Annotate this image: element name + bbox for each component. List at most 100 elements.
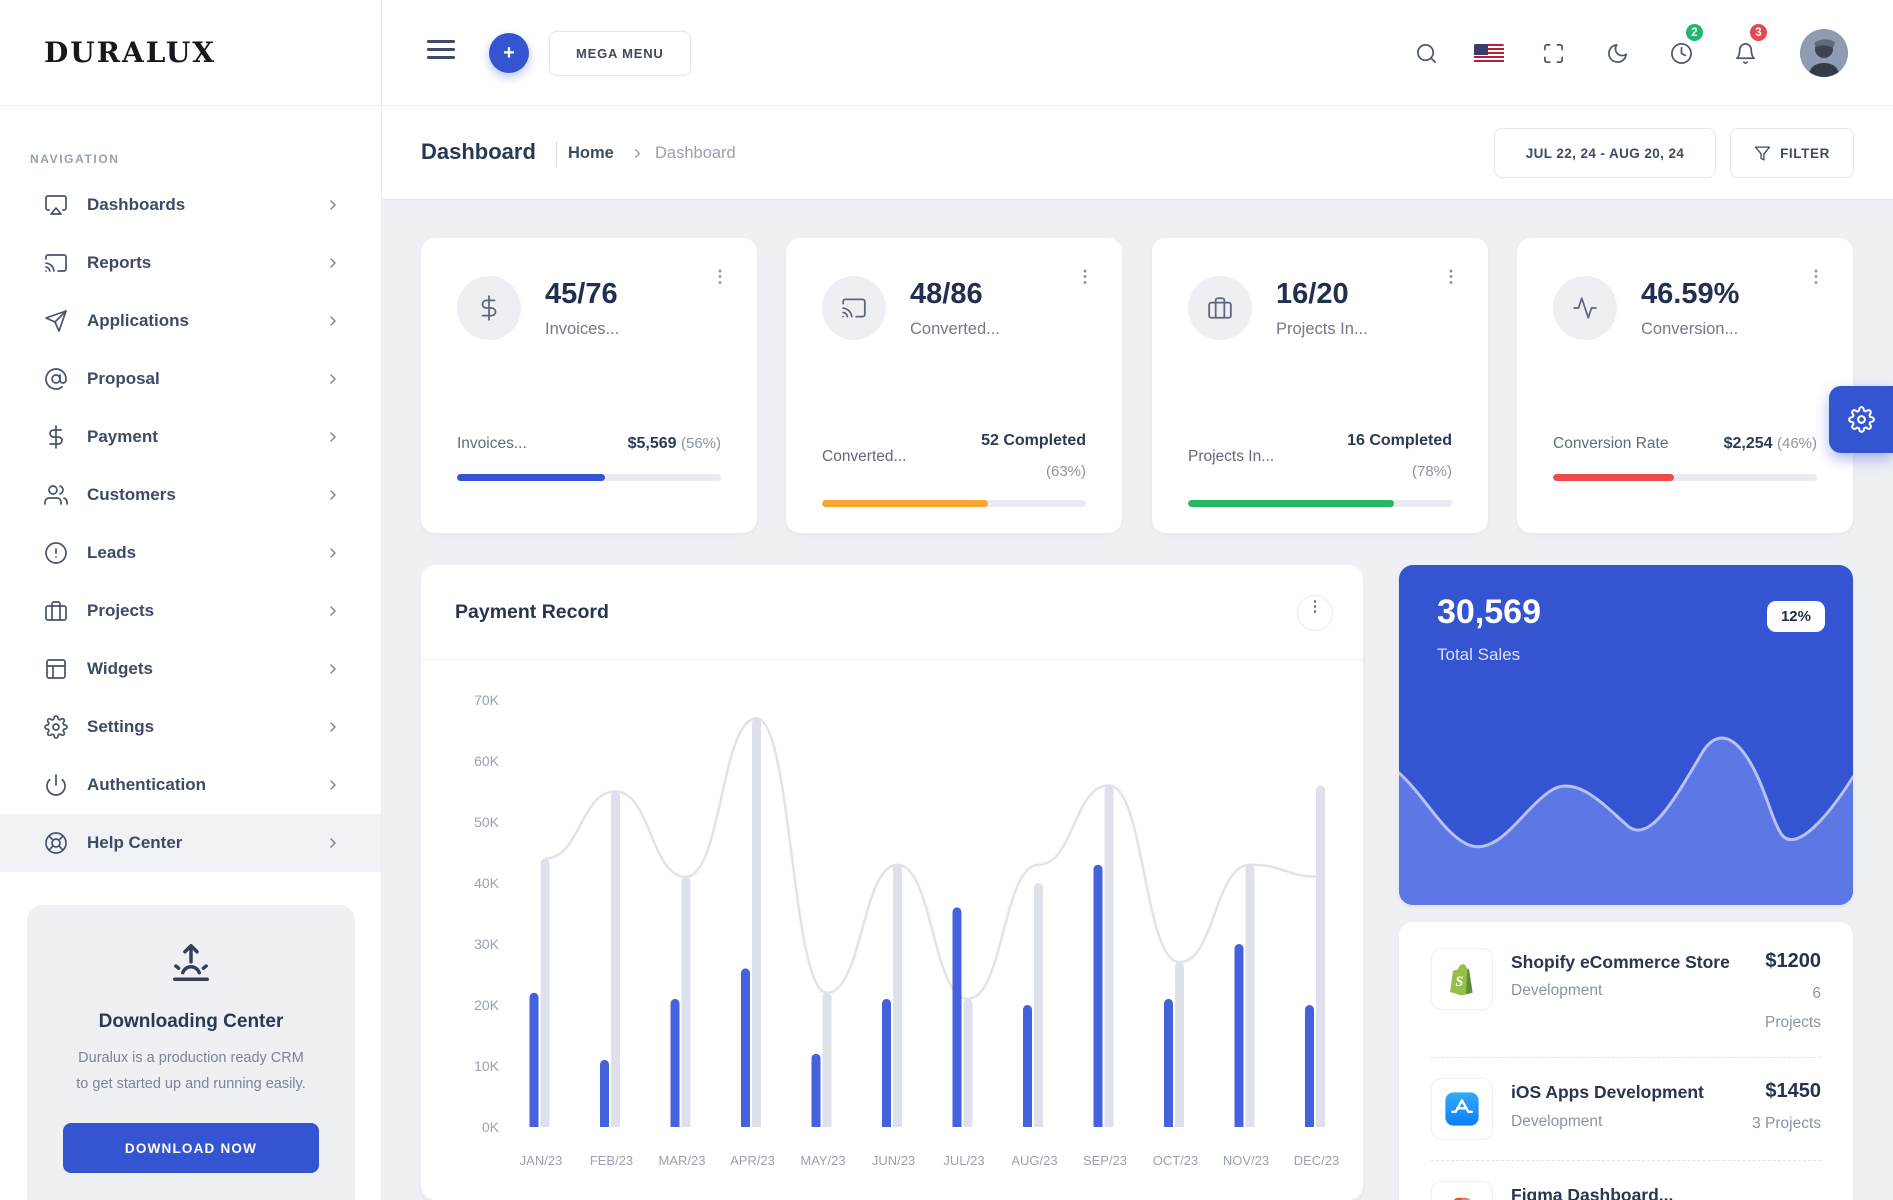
kebab-menu-icon[interactable]: ⋮	[1072, 268, 1098, 298]
breadcrumb-home[interactable]: Home	[568, 144, 614, 163]
quick-add-button[interactable]: +	[489, 33, 529, 73]
avatar-image	[1800, 29, 1848, 77]
stat-footer-value: $5,569	[627, 434, 677, 452]
chevron-right-icon	[330, 838, 336, 848]
logo-box[interactable]: DURALUX	[0, 0, 381, 106]
power-icon	[46, 774, 66, 796]
sidebar-item-payment[interactable]: Payment	[0, 408, 381, 466]
kebab-menu-icon[interactable]: ⋮	[707, 268, 733, 298]
chevron-right-icon	[330, 432, 336, 442]
stat-footer-pct: (56%)	[680, 434, 721, 452]
sidebar-item-help-center[interactable]: Help Center	[0, 814, 381, 872]
chevron-right-icon	[330, 722, 336, 732]
menu-icon[interactable]	[427, 40, 455, 59]
life-buoy-icon	[45, 832, 67, 854]
sidebar-item-label: Customers	[87, 485, 176, 504]
payment-record-chart: 0K 10K 20K 30K 40K 50K 60K 70K JAN/23 FEB/23 MAR/2…	[421, 660, 1363, 1200]
sidebar-section-label: NAVIGATION	[30, 152, 120, 166]
svg-text:SEP/23: SEP/23	[1083, 1153, 1127, 1168]
dark-mode-moon-icon[interactable]	[1606, 42, 1629, 65]
sidebar-item-label: Proposal	[87, 369, 160, 388]
airplay-icon	[45, 195, 67, 215]
stat-footer-label: Converted...	[822, 447, 907, 465]
avatar[interactable]	[1800, 29, 1848, 77]
sidebar-item-widgets[interactable]: Widgets	[0, 640, 381, 698]
sidebar-item-applications[interactable]: Applications	[0, 292, 381, 350]
gear-icon	[1847, 406, 1875, 433]
sidebar-item-label: Settings	[87, 717, 155, 736]
bell-badge: 3	[1748, 22, 1769, 43]
kebab-menu-icon[interactable]: ⋮	[1803, 268, 1829, 298]
filter-button[interactable]: FILTER	[1730, 128, 1854, 178]
sidebar-item-projects[interactable]: Projects	[0, 582, 381, 640]
progress-bar	[457, 474, 721, 481]
search-icon[interactable]	[1415, 42, 1438, 65]
language-flag-icon[interactable]	[1474, 44, 1504, 64]
brand-logo: DURALUX	[44, 36, 216, 69]
activity-icon	[1553, 276, 1617, 340]
payment-record-card: Payment Record ⋮ 0K 10K 20K 30K 40K 50K 60K 70K…	[421, 565, 1363, 1200]
sidebar-item-reports[interactable]: Reports	[0, 234, 381, 292]
downloading-center-title: Downloading Center	[98, 1011, 284, 1032]
svg-text:JUN/23: JUN/23	[872, 1153, 915, 1168]
upload-icon	[173, 943, 209, 981]
project-category: Development	[1511, 1112, 1603, 1130]
divider	[1431, 1160, 1821, 1162]
clock-badge: 2	[1684, 22, 1705, 43]
card-title: Payment Record	[455, 601, 609, 623]
dollar-icon	[457, 276, 521, 340]
downloading-center-card: Downloading Center Duralux is a producti…	[27, 905, 355, 1200]
stat-footer-label: Invoices...	[457, 434, 527, 452]
kebab-menu-icon[interactable]: ⋮	[1438, 268, 1464, 298]
sidebar-item-label: Applications	[87, 311, 190, 330]
stat-card-converted: 48/86 Converted... ⋮ Converted... 52 Com…	[786, 238, 1122, 533]
sidebar-item-label: Projects	[87, 601, 155, 620]
project-count: 3 Projects	[1752, 1115, 1821, 1133]
sidebar-item-label: Reports	[87, 253, 152, 272]
sidebar-item-authentication[interactable]: Authentication	[0, 756, 381, 814]
divider	[1431, 1057, 1821, 1059]
mega-menu-button[interactable]: MEGA MENU	[549, 31, 691, 76]
growth-badge: 12%	[1766, 601, 1825, 632]
briefcase-icon	[1188, 276, 1252, 340]
sidebar-item-settings[interactable]: Settings	[0, 698, 381, 756]
date-range-button[interactable]: JUL 22, 24 - AUG 20, 24	[1494, 128, 1716, 178]
stat-label: Converted...	[910, 320, 1000, 338]
fullscreen-icon[interactable]	[1542, 42, 1565, 65]
progress-bar	[822, 500, 1086, 507]
sidebar-item-dashboards[interactable]: Dashboards	[0, 176, 381, 234]
chevron-right-icon	[330, 374, 336, 384]
list-item[interactable]: iOS Apps Development Development $1450 3…	[1431, 1078, 1821, 1141]
stat-card-projects: 16/20 Projects In... ⋮ Projects In... 16…	[1152, 238, 1488, 533]
list-item[interactable]: Figma Dashboard...	[1431, 1181, 1821, 1200]
svg-text:OCT/23: OCT/23	[1153, 1153, 1199, 1168]
chevron-right-icon	[330, 258, 336, 268]
page-header: Dashboard Home Dashboard JUL 22, 24 - AU…	[382, 106, 1893, 200]
users-icon	[44, 485, 68, 505]
stat-footer-pct: (46%)	[1776, 434, 1817, 452]
sales-wave-chart	[1399, 736, 1853, 905]
sidebar-item-label: Payment	[87, 427, 158, 446]
kebab-menu-icon[interactable]: ⋮	[1297, 595, 1333, 631]
clock-icon[interactable]	[1670, 42, 1693, 65]
svg-text:DEC/23: DEC/23	[1294, 1153, 1340, 1168]
total-sales-label: Total Sales	[1437, 645, 1521, 664]
stat-footer-label: Projects In...	[1188, 447, 1275, 465]
sidebar-item-leads[interactable]: Leads	[0, 524, 381, 582]
chevron-right-icon	[330, 548, 336, 558]
svg-text:50K: 50K	[474, 814, 500, 830]
topbar: + MEGA MENU 2 3	[382, 0, 1893, 106]
project-amount: $1200	[1765, 950, 1821, 972]
theme-customizer-button[interactable]	[1829, 386, 1893, 453]
cast-icon	[45, 254, 67, 272]
stat-footer-pct: (63%)	[1045, 462, 1086, 480]
sidebar-item-customers[interactable]: Customers	[0, 466, 381, 524]
svg-text:NOV/23: NOV/23	[1223, 1153, 1269, 1168]
download-now-button[interactable]: DOWNLOAD NOW	[63, 1123, 319, 1174]
list-item[interactable]: S Shopify eCommerce Store Development $1…	[1431, 948, 1821, 1037]
bell-icon[interactable]	[1734, 42, 1757, 65]
funnel-icon	[1754, 145, 1771, 161]
sidebar-item-proposal[interactable]: Proposal	[0, 350, 381, 408]
svg-text:10K: 10K	[474, 1058, 500, 1074]
sidebar-item-label: Authentication	[87, 775, 206, 794]
